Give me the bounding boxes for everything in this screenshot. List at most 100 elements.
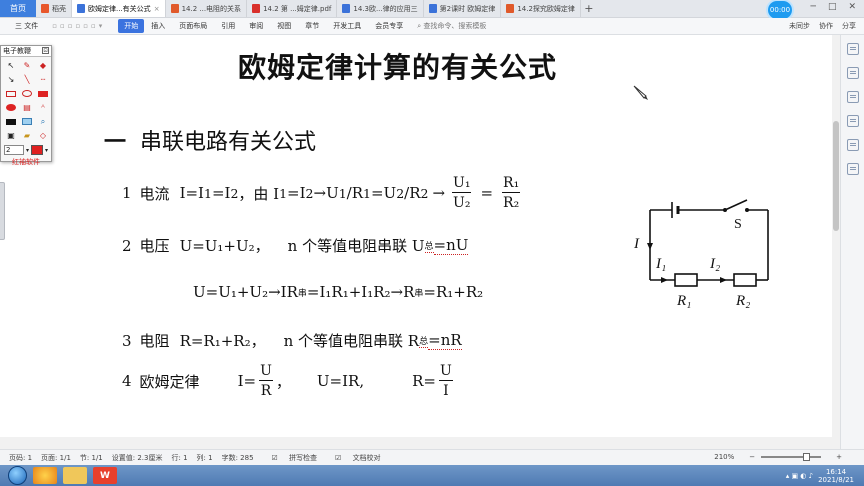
cursor-tool-icon[interactable]: ↖ [4, 59, 18, 72]
tab-doc-4[interactable]: 14.2 第 ...姆定律.pdf [247, 0, 338, 17]
search-command[interactable]: ⌕ 查找命令、搜索模板 [410, 21, 493, 31]
sidebar-tool-icon[interactable] [846, 163, 859, 175]
browser-icon[interactable] [33, 467, 57, 484]
share-button[interactable]: 分享 [842, 21, 856, 31]
scroll-thumb[interactable] [833, 121, 839, 231]
item-number: 2 [122, 236, 132, 255]
subscript: 总 [419, 334, 429, 348]
tab-doc-7[interactable]: 14.2探究欧姆定律 [501, 0, 581, 17]
line-tool-icon[interactable]: ╲ [20, 73, 34, 86]
magnifier-tool-icon[interactable]: ⌕ [36, 115, 50, 128]
filled-ellipse-tool-icon[interactable] [4, 101, 18, 114]
close-icon[interactable]: × [154, 5, 160, 13]
zoom-slider[interactable] [761, 453, 822, 461]
zoom-level[interactable]: 210% [714, 453, 734, 461]
tab-doc-6[interactable]: 第2课时 欧姆定律 [424, 0, 502, 17]
item-label: 电流 [139, 184, 170, 203]
sidebar-tool-icon[interactable] [846, 67, 859, 79]
label-i2: I₂ [709, 256, 720, 272]
wps-icon[interactable]: W [93, 467, 117, 484]
formula-text: ，由 I [238, 184, 280, 203]
maximize-icon[interactable]: □ [828, 2, 837, 12]
tab-home[interactable]: 首页 [0, 0, 36, 17]
sidebar-tool-icon[interactable] [846, 139, 859, 151]
collab-button[interactable]: 协作 [819, 21, 833, 31]
fraction-u1-u2: U₁ U₂ [452, 176, 472, 210]
resistor-r2 [733, 273, 757, 287]
tab-label: 欧姆定律...有关公式 [88, 4, 151, 13]
blackboard-tool-icon[interactable] [4, 115, 18, 128]
dash-tool-icon[interactable]: ┄ [36, 73, 50, 86]
sync-button[interactable]: 未同步 [789, 21, 810, 31]
minimize-icon[interactable]: ─ [811, 2, 816, 12]
whiteboard-tool-icon[interactable] [20, 115, 34, 128]
palette-title: 电子教鞭 ⊡ [1, 46, 51, 57]
text-tool-icon[interactable]: ᴬ [36, 101, 50, 114]
ellipse-tool-icon[interactable] [20, 87, 34, 100]
rect-tool-icon[interactable] [4, 87, 18, 100]
save-tool-icon[interactable]: ▣ [4, 129, 18, 142]
chevron-down-icon[interactable]: ▾ [26, 147, 29, 154]
menu-review[interactable]: 审阅 [242, 21, 270, 31]
formula-text: =U [370, 184, 397, 202]
label-r1: R₁ [676, 293, 691, 309]
folder-icon[interactable] [63, 467, 87, 484]
tab-active-doc[interactable]: 欧姆定律...有关公式 × [72, 0, 166, 17]
chevron-down-icon[interactable]: ▾ [45, 147, 48, 154]
pen-color-select[interactable] [31, 145, 43, 155]
menu-start[interactable]: 开始 [118, 19, 145, 33]
equals: = [480, 184, 494, 202]
spellcheck-button[interactable]: ☑ 拼写检查 [263, 453, 318, 463]
sidebar-tool-icon[interactable] [846, 91, 859, 103]
tab-daoke[interactable]: 稻壳 [36, 0, 72, 17]
status-wordcount[interactable]: 字数: 285 [222, 453, 254, 463]
side-handle[interactable] [0, 182, 5, 240]
clock[interactable]: 16:14 2021/8/21 [818, 468, 854, 484]
highlight-tool-icon[interactable]: ▤ [20, 101, 34, 114]
menu-member[interactable]: 会员专享 [368, 21, 410, 31]
menu-file[interactable]: 三 文件 [8, 21, 45, 31]
menu-view[interactable]: 视图 [270, 21, 298, 31]
clear-tool-icon[interactable]: ◇ [36, 129, 50, 142]
sidebar-tool-icon[interactable] [846, 43, 859, 55]
window-controls: ─ □ ✕ [811, 2, 856, 12]
subscript: 1 [279, 185, 288, 201]
denominator: R₂ [503, 195, 520, 211]
sidebar-tool-icon[interactable] [846, 115, 859, 127]
pen-size-select[interactable]: 2 [4, 145, 24, 155]
new-tab-button[interactable]: + [581, 0, 597, 17]
start-button[interactable] [8, 466, 27, 485]
item-label: 欧姆定律 [139, 372, 200, 391]
open-tool-icon[interactable]: ▰ [20, 129, 34, 142]
eraser-tool-icon[interactable]: ◆ [36, 59, 50, 72]
formula-current: 1 电流 I=I 1 =I 2 ，由 I 1 =I 2 →U 1/R 1 =U 2/R 2 → U₁ U₂ … [122, 176, 523, 210]
zoom-out-icon[interactable]: − [749, 453, 755, 461]
proofread-button[interactable]: ☑ 文档校对 [326, 453, 381, 463]
horizontal-scrollbar[interactable] [0, 437, 832, 449]
menu-chapter[interactable]: 章节 [298, 21, 326, 31]
subscript: 2 [230, 185, 239, 201]
formula-voltage-derivation: U=U₁+U₂→IR 串 =I₁R₁+I₁R₂→R 串 =R₁+R₂ [193, 283, 483, 301]
system-tray: ▴ ▣ ◐ ♪ 16:14 2021/8/21 [786, 465, 854, 486]
palette-brand: 红袖软件 [12, 158, 40, 166]
pen-tool-icon[interactable]: ✎ [20, 59, 34, 72]
formula-text: /R [404, 184, 421, 202]
tray-icons[interactable]: ▴ ▣ ◐ ♪ [786, 472, 813, 480]
zoom-in-icon[interactable]: + [836, 453, 842, 461]
pin-icon[interactable]: ⊡ [42, 47, 49, 54]
formula-text: =nR [428, 331, 462, 350]
menu-references[interactable]: 引用 [214, 21, 242, 31]
arrow-tool-icon[interactable]: ↘ [4, 73, 18, 86]
filled-rect-tool-icon[interactable] [36, 87, 50, 100]
subscript: 1 [203, 185, 212, 201]
tab-doc-5[interactable]: 14.3欧...律的应用三 [337, 0, 424, 17]
tab-doc-3[interactable]: 14.2 ...电阻的关系 [166, 0, 248, 17]
zoom-slider-thumb[interactable] [803, 453, 811, 461]
menu-insert[interactable]: 插入 [144, 21, 172, 31]
close-window-icon[interactable]: ✕ [848, 2, 856, 12]
menu-dev-tools[interactable]: 开发工具 [326, 21, 368, 31]
subscript: 1 [338, 185, 347, 201]
menu-page-layout[interactable]: 页面布局 [172, 21, 214, 31]
tab-label: 第2课时 欧姆定律 [439, 4, 496, 13]
vertical-scrollbar[interactable] [832, 35, 840, 449]
